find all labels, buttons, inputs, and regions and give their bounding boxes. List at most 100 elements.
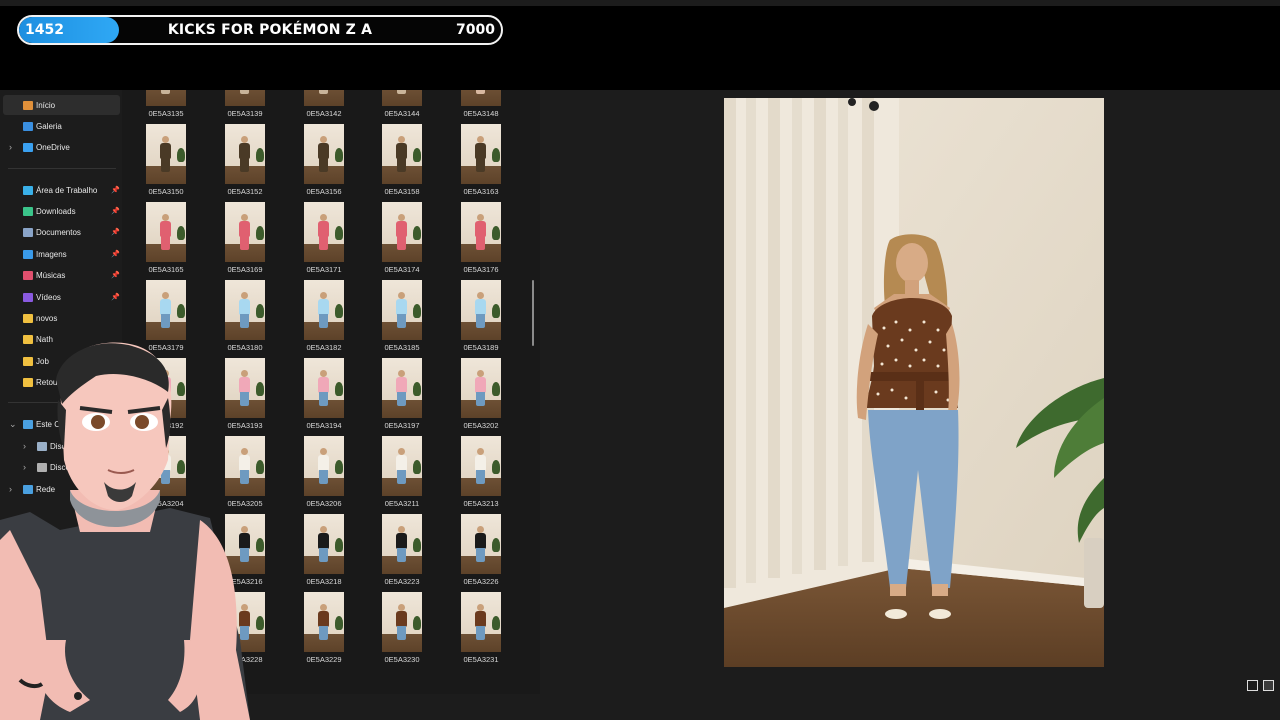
thumbnail-image	[146, 280, 186, 340]
sidebar-item[interactable]: Downloads 📌	[0, 201, 122, 221]
gallery-icon	[23, 121, 33, 131]
file-name-label: 0E5A3226	[463, 577, 499, 586]
pictures-icon	[23, 249, 33, 259]
file-thumbnail[interactable]: 0E5A3223	[363, 514, 441, 592]
file-thumbnail[interactable]: 0E5A3135	[127, 90, 205, 124]
thumbnail-image	[304, 280, 344, 340]
file-thumbnail[interactable]: 0E5A3189	[442, 280, 520, 358]
file-thumbnail[interactable]: 0E5A3139	[206, 90, 284, 124]
file-thumbnail[interactable]: 0E5A3213	[442, 436, 520, 514]
file-thumbnail[interactable]: 0E5A3194	[285, 358, 363, 436]
document-icon	[23, 227, 33, 237]
file-thumbnail[interactable]: 0E5A3202	[442, 358, 520, 436]
file-thumbnail[interactable]: 0E5A3152	[206, 124, 284, 202]
file-thumbnail[interactable]: 0E5A3171	[285, 202, 363, 280]
large-icons-view-icon[interactable]	[1263, 680, 1274, 691]
pin-icon: 📌	[111, 272, 120, 279]
file-thumbnail[interactable]: 0E5A3231	[442, 592, 520, 670]
thumbnail-image	[382, 514, 422, 574]
sidebar-item[interactable]: Área de Trabalho 📌	[0, 180, 122, 200]
file-name-label: 0E5A3182	[306, 343, 342, 352]
details-view-icon[interactable]	[1247, 680, 1258, 691]
thumbnail-image	[304, 90, 344, 106]
file-thumbnail[interactable]: 0E5A3206	[285, 436, 363, 514]
file-thumbnail[interactable]: 0E5A3226	[442, 514, 520, 592]
file-thumbnail[interactable]: 0E5A3142	[285, 90, 363, 124]
thumbnail-image	[225, 90, 265, 106]
file-name-label: 0E5A3169	[227, 265, 263, 274]
file-thumbnail[interactable]: 0E5A3197	[363, 358, 441, 436]
thumbnail-image	[382, 436, 422, 496]
sidebar-item-label: Músicas	[36, 270, 66, 280]
thumbnail-image	[304, 202, 344, 262]
file-name-label: 0E5A3218	[306, 577, 342, 586]
sidebar-item[interactable]: Início	[3, 95, 120, 115]
thumbnail-image	[225, 202, 265, 262]
sidebar-item-label: Vídeos	[36, 292, 61, 302]
download-icon	[23, 206, 33, 216]
file-name-label: 0E5A3171	[306, 265, 342, 274]
file-name-label: 0E5A3189	[463, 343, 499, 352]
file-thumbnail[interactable]: 0E5A3182	[285, 280, 363, 358]
file-name-label: 0E5A3194	[306, 421, 342, 430]
file-thumbnail[interactable]: 0E5A3148	[442, 90, 520, 124]
file-thumbnail[interactable]: 0E5A3185	[363, 280, 441, 358]
file-thumbnail[interactable]: 0E5A3211	[363, 436, 441, 514]
sidebar-item-label: OneDrive	[36, 142, 70, 152]
sidebar-item[interactable]: novos	[0, 308, 122, 328]
file-thumbnail[interactable]: 0E5A3150	[127, 124, 205, 202]
preview-photo-svg	[724, 98, 1104, 667]
file-name-label: 0E5A3144	[384, 109, 420, 118]
top-edge	[0, 0, 1280, 6]
sidebar-item[interactable]: Galeria	[0, 116, 122, 136]
thumbnail-image	[146, 124, 186, 184]
sidebar-item-label: Galeria	[36, 121, 62, 131]
file-name-label: 0E5A3223	[384, 577, 420, 586]
file-thumbnail[interactable]: 0E5A3144	[363, 90, 441, 124]
file-name-label: 0E5A3139	[227, 109, 263, 118]
goal-target-value: 7000	[456, 22, 495, 38]
video-icon	[23, 292, 33, 302]
sidebar-item-label: Início	[36, 100, 56, 110]
thumbnail-image	[461, 358, 501, 418]
thumbnail-image	[382, 358, 422, 418]
sidebar-item[interactable]: Vídeos 📌	[0, 287, 122, 307]
file-name-label: 0E5A3165	[148, 265, 184, 274]
file-thumbnail[interactable]: 0E5A3174	[363, 202, 441, 280]
sidebar-item[interactable]: Imagens 📌	[0, 244, 122, 264]
thumbnail-image	[304, 124, 344, 184]
file-thumbnail[interactable]: 0E5A3218	[285, 514, 363, 592]
sidebar-item[interactable]: Músicas 📌	[0, 265, 122, 285]
file-name-label: 0E5A3148	[463, 109, 499, 118]
file-thumbnail[interactable]: 0E5A3158	[363, 124, 441, 202]
file-name-label: 0E5A3231	[463, 655, 499, 664]
file-thumbnail[interactable]: 0E5A3156	[285, 124, 363, 202]
sidebar-item-label: novos	[36, 313, 58, 323]
thumbnail-image	[304, 592, 344, 652]
file-thumbnail[interactable]: 0E5A3229	[285, 592, 363, 670]
file-name-label: 0E5A3185	[384, 343, 420, 352]
file-name-label: 0E5A3229	[306, 655, 342, 664]
nav-separator	[8, 168, 116, 169]
thumbnail-image	[304, 436, 344, 496]
file-name-label: 0E5A3176	[463, 265, 499, 274]
streamer-avatar-icon	[0, 340, 250, 720]
file-thumbnail[interactable]: 0E5A3165	[127, 202, 205, 280]
thumbnail-image	[382, 90, 422, 106]
file-thumbnail[interactable]: 0E5A3163	[442, 124, 520, 202]
sidebar-item-label: Imagens	[36, 249, 67, 259]
vertical-scrollbar[interactable]	[532, 280, 534, 346]
chevron-icon[interactable]: ›	[9, 142, 12, 152]
preview-pane	[540, 90, 1280, 694]
sidebar-item[interactable]: Documentos 📌	[0, 222, 122, 242]
file-thumbnail[interactable]: 0E5A3176	[442, 202, 520, 280]
sidebar-item[interactable]: › OneDrive	[0, 137, 122, 157]
goal-title: KICKS FOR POKÉMON Z A	[167, 22, 373, 38]
pin-icon: 📌	[111, 208, 120, 215]
thumbnail-image	[304, 358, 344, 418]
file-name-label: 0E5A3150	[148, 187, 184, 196]
file-name-label: 0E5A3213	[463, 499, 499, 508]
file-thumbnail[interactable]: 0E5A3230	[363, 592, 441, 670]
file-thumbnail[interactable]: 0E5A3169	[206, 202, 284, 280]
thumbnail-image	[461, 436, 501, 496]
